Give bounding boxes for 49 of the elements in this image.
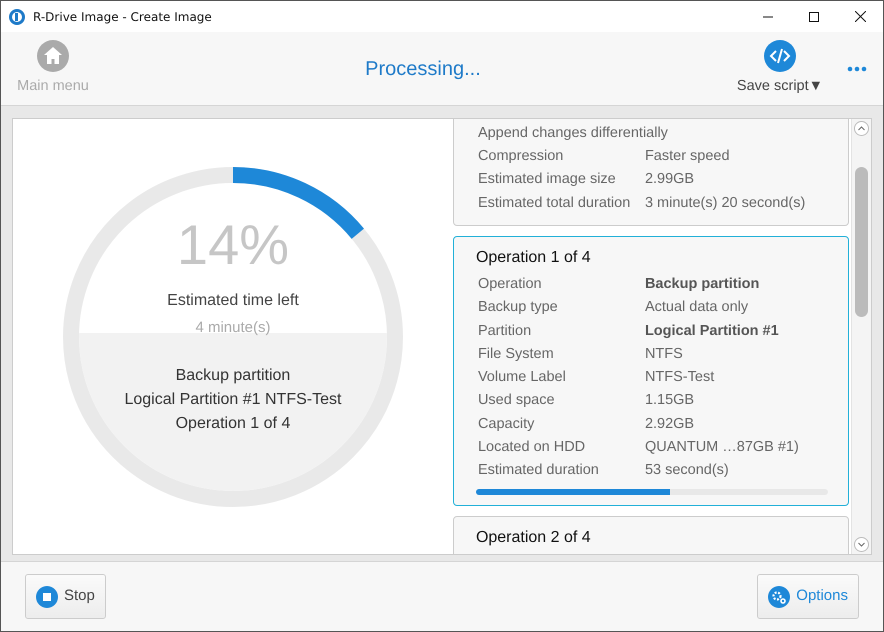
row-value: NTFS [644,344,683,364]
status-heading: Processing... [365,58,481,80]
row-value: Logical Partition #1 [644,322,779,341]
percent-text: 14% [176,216,290,272]
row-label: Capacity [478,414,536,434]
row-label: Partition [478,322,532,341]
row-label: Estimated duration [478,461,600,480]
close-icon [854,11,866,22]
gauge-detail-text: Backup partition [176,366,290,384]
row-label: Operation [478,274,543,294]
scroll-down-icon[interactable] [854,537,870,552]
row-label: Backup type [478,298,559,318]
gear-icon [768,586,790,608]
row-label: Estimated image size [478,170,617,190]
row-value: Backup partition [644,274,760,294]
window-title: R-Drive Image - Create Image [33,8,213,26]
scrollbar[interactable] [851,119,871,554]
app-logo-icon [9,8,25,24]
operation-title: Operation 2 of 4 [476,528,592,548]
row-label: Located on HDD [478,438,586,458]
more-icon[interactable] [847,66,867,72]
time-left-value: 4 minute(s) [195,318,270,338]
row-value: 2.99GB [644,170,694,190]
row-value: 53 second(s) [644,461,729,480]
code-icon[interactable] [764,40,796,72]
gauge-detail-text: Logical Partition #1 NTFS-Test [124,390,342,408]
row-label: File System [478,344,555,364]
scroll-up-icon[interactable] [854,121,870,136]
row-label: Volume Label [478,368,567,388]
time-left-label: Estimated time left [167,290,299,310]
row-value: QUANTUM …87GB #1) [644,438,799,458]
operation-title: Operation 1 of 4 [476,248,592,268]
stop-button[interactable]: Stop [25,574,106,619]
row-value: Actual data only [644,298,748,318]
maximize-icon [809,12,819,22]
summary-note: Append changes differentially [478,124,668,143]
gauge-detail-text: Operation 1 of 4 [176,414,290,432]
save-script-button[interactable]: Save script▼ [736,76,823,98]
row-value: 1.15GB [644,391,694,410]
home-icon[interactable] [37,40,69,72]
row-value: 2.92GB [644,414,694,434]
scroll-thumb[interactable] [855,167,868,317]
row-label: Used space [478,391,556,410]
row-label: Compression [478,147,564,166]
row-value: 3 minute(s) 20 second(s) [644,194,806,213]
row-value: NTFS-Test [644,368,714,388]
row-value: Faster speed [644,147,730,166]
stop-icon [36,586,58,608]
row-label: Estimated total duration [478,194,632,213]
